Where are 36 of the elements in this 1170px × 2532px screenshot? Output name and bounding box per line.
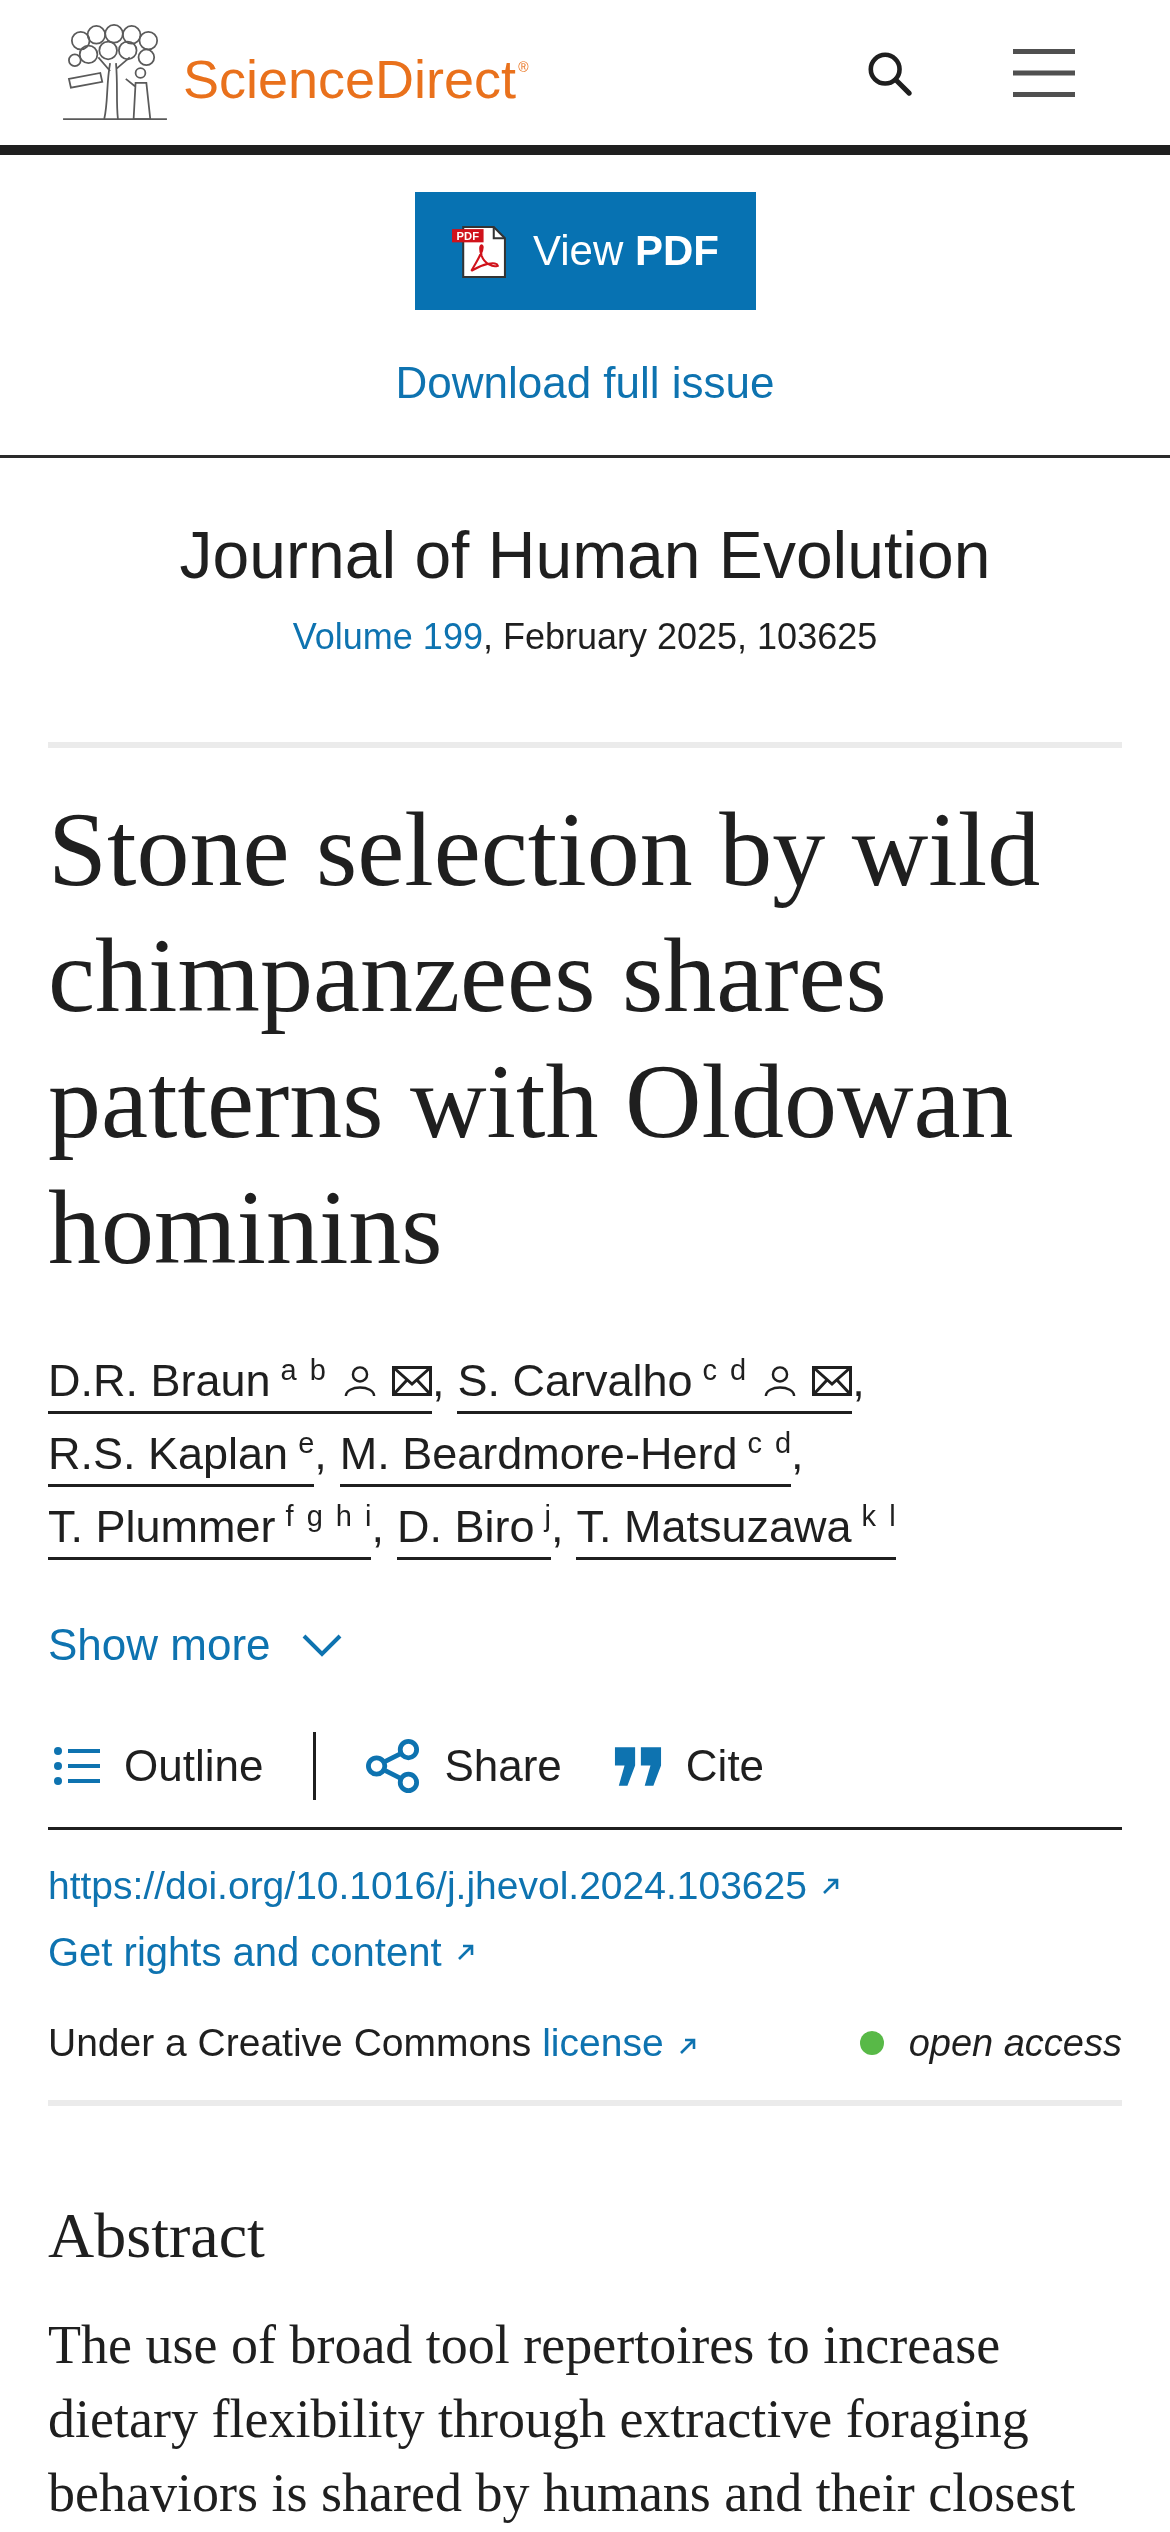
abstract-heading: Abstract (48, 2199, 266, 2273)
view-pdf-button[interactable]: PDF View PDF (414, 192, 756, 310)
journal-title[interactable]: Journal of Human Evolution (179, 517, 991, 593)
author-link[interactable]: T. Plummer f g h i (48, 1502, 372, 1560)
author-separator: , (852, 1356, 865, 1406)
download-issue-link[interactable]: Download full issue (395, 358, 775, 408)
outline-button[interactable]: Outline (54, 1741, 264, 1791)
article-title: Stone selection by wild chimpanzees shares patterns with Oldowan hominins (48, 790, 1042, 1288)
share-button[interactable]: Share (366, 1739, 562, 1793)
abstract-text: The use of broad tool repertoires to increase dietary flexibility through extractive foraging behaviors is shared by humans and their closest (48, 2314, 1077, 2525)
list-icon (54, 1746, 100, 1786)
author-link[interactable]: R.S. Kaplan $^{e}$ (48, 1429, 315, 1487)
status-dot-icon (859, 2031, 884, 2055)
rights-link[interactable]: Get rights and content (48, 1929, 476, 1975)
author-separator: , (431, 1356, 445, 1406)
author-link[interactable]: D. Biro $^{j}$ (397, 1502, 551, 1560)
license-statement: Under a Creative Commons license (48, 2020, 698, 2066)
issue-info: Volume 199, February 2025, 103625 (291, 615, 879, 659)
quote-marks-icon (613, 1745, 662, 1787)
author-separator: , (371, 1502, 384, 1552)
author-separator: , (550, 1502, 564, 1552)
show-more-button[interactable]: Show more (48, 1620, 343, 1670)
author-link[interactable]: M. Beardmore-Herd $^{c d}$ (339, 1429, 792, 1487)
author-link[interactable]: S. Carvalho $^{c d}$ (457, 1356, 853, 1414)
author-separator: , (791, 1429, 804, 1479)
doi-link[interactable]: https://doi.org/10.1016/j.jhevol.2024.103625 (48, 1863, 841, 1909)
tree-emblem-icon (60, 23, 170, 122)
menu-icon[interactable] (1013, 48, 1075, 97)
volume-link[interactable]: Volume 199 (292, 616, 483, 657)
author-separator: , (314, 1429, 327, 1479)
author-link[interactable]: D.R. Braun $^{a b}$ (48, 1356, 432, 1414)
cite-button[interactable]: Cite (613, 1741, 765, 1791)
license-link[interactable]: license (542, 2021, 698, 2064)
author-link[interactable]: T. Matsuzawa $^{k l}$ (576, 1502, 896, 1560)
share-icon (366, 1739, 421, 1793)
open-access-label: open access (908, 2021, 1122, 2066)
